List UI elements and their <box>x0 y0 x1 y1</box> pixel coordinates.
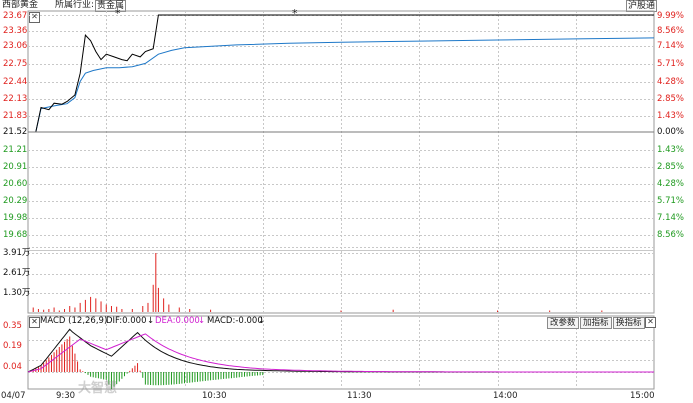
macd-histogram <box>30 336 264 390</box>
percent-tick: 5.71% <box>657 59 685 69</box>
price-tick: 21.21 <box>3 145 28 155</box>
price-tick: 19.98 <box>3 213 28 223</box>
percent-tick: 0.00% <box>657 127 685 137</box>
dif-value: DIF:0.000 <box>106 316 147 326</box>
price-tick: 22.44 <box>3 77 28 87</box>
marker-star[interactable]: * <box>292 7 298 20</box>
percent-tick: 7.14% <box>657 213 685 223</box>
time-tick: 10:30 <box>202 391 227 401</box>
time-tick: 14:00 <box>493 391 518 401</box>
marker-star[interactable]: * <box>115 7 121 20</box>
volume-tick: 1.30万 <box>3 288 31 298</box>
dea-arrow-icon: ↓ <box>198 316 206 326</box>
price-tick: 23.06 <box>3 41 28 51</box>
percent-tick: 4.28% <box>657 179 685 189</box>
price-tick: 21.52 <box>3 127 28 137</box>
dea-value: DEA:0.000 <box>155 316 200 326</box>
price-tick: 19.68 <box>3 230 28 240</box>
price-tick: 20.29 <box>3 196 28 206</box>
time-tick: 15:00 <box>630 391 655 401</box>
price-tick: 22.75 <box>3 59 28 69</box>
volume-tick: 3.91万 <box>3 248 31 258</box>
percent-tick: 8.56% <box>657 230 685 240</box>
price-tick: 21.83 <box>3 111 28 121</box>
price-tick: 20.91 <box>3 162 28 172</box>
volume-tick: 2.61万 <box>3 268 31 278</box>
macd-value: MACD:-0.000 <box>207 316 263 326</box>
close-indicator-icon[interactable]: ✕ <box>645 317 656 328</box>
percent-tick: 4.28% <box>657 77 685 87</box>
price-tick: 22.13 <box>3 94 28 104</box>
macd-close-icon[interactable]: ✕ <box>29 317 40 328</box>
dif-arrow-icon: ↓ <box>147 316 155 326</box>
time-tick: 11:30 <box>347 391 372 401</box>
price-tick: 20.60 <box>3 179 28 189</box>
volume-bars <box>32 253 603 312</box>
percent-tick: 1.43% <box>657 145 685 155</box>
macd-tick: 0.35 <box>3 321 22 331</box>
percent-tick: 1.43% <box>657 111 685 121</box>
chart-canvas <box>27 10 655 390</box>
price-tick: 23.36 <box>3 26 28 36</box>
stock-chart-window: { "header": { "stock_name": "西部黄金", "ind… <box>0 0 693 403</box>
percent-tick: 2.85% <box>657 94 685 104</box>
percent-tick: 8.56% <box>657 26 685 36</box>
macd-tick: 0.04 <box>3 362 22 372</box>
macd-tick: 0.19 <box>3 341 22 351</box>
percent-tick: 7.14% <box>657 41 685 51</box>
time-tick: 9:30 <box>56 391 76 401</box>
percent-tick: 2.85% <box>657 162 685 172</box>
macd-arrow-icon: ↓ <box>258 316 266 326</box>
change-params-button[interactable]: 改参数 <box>547 317 579 329</box>
add-indicator-button[interactable]: 加指标 <box>580 317 612 329</box>
percent-tick: 5.71% <box>657 196 685 206</box>
date-label: 04/07 <box>1 391 26 401</box>
price-tick: 23.67 <box>3 11 28 21</box>
macd-title[interactable]: MACD (12,26,9) <box>40 316 107 327</box>
watermark-logo: 大智慧 <box>78 381 118 396</box>
switch-indicator-button[interactable]: 换指标 <box>613 317 645 329</box>
percent-tick: 9.99% <box>657 11 685 21</box>
